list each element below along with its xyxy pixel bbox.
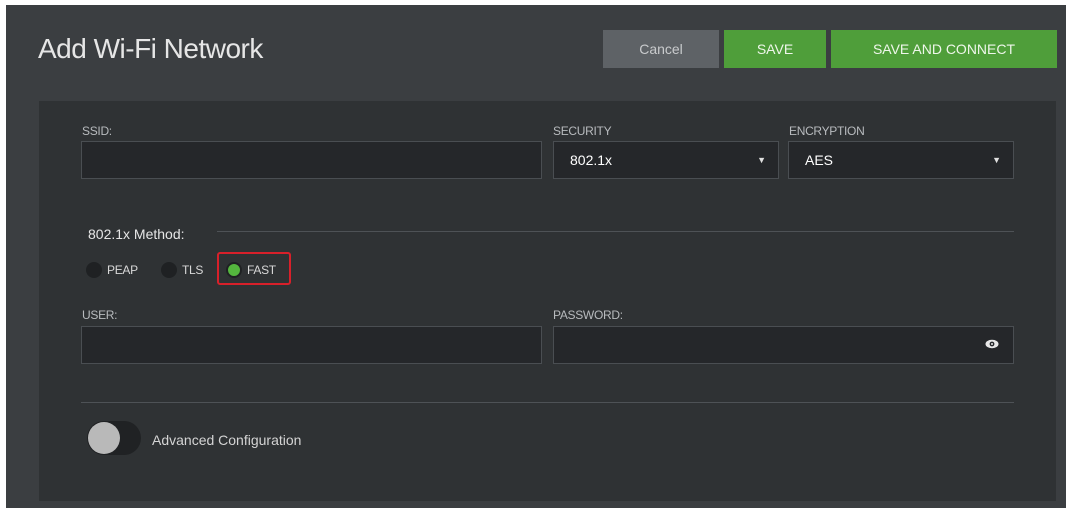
caret-down-icon: ▼ — [992, 155, 1001, 165]
radio-peap-label: PEAP — [107, 263, 138, 277]
encryption-label: ENCRYPTION — [789, 124, 865, 138]
advanced-config-label: Advanced Configuration — [152, 432, 302, 448]
radio-fast-label: FAST — [247, 263, 276, 277]
radio-tls-label: TLS — [182, 263, 204, 277]
cancel-button[interactable]: Cancel — [603, 30, 719, 68]
ssid-label: SSID: — [82, 124, 112, 138]
add-wifi-dialog: Add Wi-Fi Network Cancel SAVE SAVE AND C… — [6, 5, 1066, 508]
password-label: PASSWORD: — [553, 308, 623, 322]
advanced-divider — [81, 402, 1014, 403]
advanced-config-toggle[interactable] — [87, 421, 141, 455]
security-value: 802.1x — [570, 152, 613, 168]
method-divider — [217, 231, 1014, 232]
security-label: SECURITY — [553, 124, 612, 138]
radio-fast-dot — [226, 262, 242, 278]
radio-tls[interactable]: TLS — [161, 259, 203, 281]
form-panel: SSID: SECURITY 802.1x ▼ ENCRYPTION AES ▼… — [39, 101, 1056, 501]
save-button[interactable]: SAVE — [724, 30, 826, 68]
radio-fast[interactable]: FAST — [226, 259, 276, 281]
user-label: USER: — [82, 308, 118, 322]
save-and-connect-button[interactable]: SAVE AND CONNECT — [831, 30, 1057, 68]
dialog-title: Add Wi-Fi Network — [38, 33, 263, 64]
encryption-value: AES — [805, 152, 834, 168]
radio-peap-dot — [86, 262, 102, 278]
show-password-button[interactable] — [973, 326, 1011, 362]
radio-tls-dot — [161, 262, 177, 278]
encryption-select[interactable]: AES ▼ — [788, 141, 1014, 179]
radio-peap[interactable]: PEAP — [86, 259, 138, 281]
toggle-knob — [88, 422, 120, 454]
user-input[interactable] — [81, 326, 542, 364]
password-input[interactable] — [553, 326, 1014, 364]
method-section-title: 802.1x Method: — [88, 226, 185, 242]
ssid-input[interactable] — [81, 141, 542, 179]
security-select[interactable]: 802.1x ▼ — [553, 141, 779, 179]
eye-icon — [985, 339, 999, 349]
caret-down-icon: ▼ — [757, 155, 766, 165]
